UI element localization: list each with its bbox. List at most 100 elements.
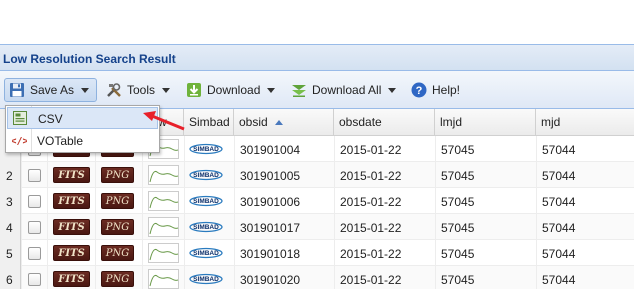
png-download-button[interactable]: PNG [101,219,134,235]
row-checkbox[interactable] [28,247,41,260]
menu-item-label: CSV [38,112,63,126]
cell-lmjd: 57045 [441,221,475,235]
column-divider [184,136,185,289]
column-header-lmjd[interactable]: lmjd [435,109,536,136]
column-divider [95,136,96,289]
chevron-down-icon [267,87,276,93]
fits-download-button[interactable]: FITS [53,245,90,261]
cell-obsdate: 2015-01-22 [340,221,402,235]
cell-mjd: 57044 [542,247,576,261]
simbad-logo-icon[interactable]: SIMBAD [189,219,223,233]
spectrum-thumbnail-icon[interactable] [148,165,179,185]
save-as-menu: CSV </> VOTable [5,105,160,153]
simbad-logo-text: SIMBAD [193,198,219,205]
simbad-logo-text: SIMBAD [193,250,219,257]
fits-download-button[interactable]: FITS [53,271,90,287]
download-all-label: Download All [312,83,382,97]
download-label: Download [207,83,261,97]
cell-obsid: 301901020 [240,273,301,287]
spectrum-thumbnail-icon[interactable] [148,269,179,289]
help-label: Help! [432,83,461,97]
cell-mjd: 57044 [542,273,576,287]
tools-icon [106,82,122,98]
simbad-logo-icon[interactable]: SIMBAD [189,141,223,155]
column-header-mjd[interactable]: mjd [536,109,634,136]
row-number: 4 [0,214,21,240]
column-header-simbad[interactable]: Simbad [184,109,234,136]
sort-ascending-icon [275,120,284,125]
cell-obsdate: 2015-01-22 [340,247,402,261]
cell-obsid: 301901018 [240,247,301,261]
column-divider [435,136,436,289]
annotation-arrow-icon [143,111,185,131]
cell-obsdate: 2015-01-22 [340,273,402,287]
menu-item-csv[interactable]: CSV [7,107,158,129]
download-button[interactable]: Download [182,78,279,102]
column-divider [536,136,537,289]
csv-icon [13,111,27,128]
download-icon [186,82,202,98]
row-checkbox[interactable] [28,169,41,182]
chevron-down-icon [162,87,171,93]
obsid-header-label: obsid [239,115,268,129]
chevron-down-icon [81,87,90,93]
simbad-logo-icon[interactable]: SIMBAD [189,271,223,285]
cell-lmjd: 57045 [441,169,475,183]
floppy-disk-icon [9,82,25,98]
cell-mjd: 57044 [542,221,576,235]
simbad-logo-text: SIMBAD [193,224,219,231]
cell-obsdate: 2015-01-22 [340,195,402,209]
column-header-obsid[interactable]: obsid [234,109,334,136]
simbad-logo-icon[interactable]: SIMBAD [189,193,223,207]
row-checkbox[interactable] [28,221,41,234]
fits-download-button[interactable]: FITS [53,167,90,183]
cell-lmjd: 57045 [441,247,475,261]
row-number: 2 [0,162,21,188]
row-number: 5 [0,240,21,266]
download-all-icon [291,82,307,98]
row-checkbox[interactable] [28,195,41,208]
spectrum-thumbnail-icon[interactable] [148,243,179,263]
png-download-button[interactable]: PNG [101,271,134,287]
row-number: 6 [0,266,21,289]
svg-text:?: ? [416,85,423,97]
row-number: 3 [0,188,21,214]
save-as-label: Save As [30,83,75,97]
simbad-logo-text: SIMBAD [193,146,219,153]
column-divider [142,136,143,289]
simbad-logo-icon[interactable]: SIMBAD [189,167,223,181]
chevron-down-icon [388,87,397,93]
svg-text:</>: </> [12,136,27,147]
row-checkbox[interactable] [28,273,41,286]
png-download-button[interactable]: PNG [101,193,134,209]
column-header-obsdate[interactable]: obsdate [334,109,435,136]
panel-title: Low Resolution Search Result [0,44,634,71]
png-download-button[interactable]: PNG [101,245,134,261]
tools-button[interactable]: Tools [102,78,172,102]
save-as-button[interactable]: Save As [4,78,97,102]
column-divider [21,136,22,289]
download-all-button[interactable]: Download All [287,78,401,102]
help-button[interactable]: ? Help! [407,78,467,102]
help-icon: ? [411,82,427,98]
cell-lmjd: 57045 [441,273,475,287]
fits-download-button[interactable]: FITS [53,193,90,209]
spectrum-thumbnail-icon[interactable] [148,217,179,237]
png-download-button[interactable]: PNG [101,167,134,183]
spectrum-thumbnail-icon[interactable] [148,191,179,211]
cell-obsid: 301901004 [240,143,301,157]
cell-obsdate: 2015-01-22 [340,143,402,157]
column-divider [334,136,335,289]
column-divider [47,136,48,289]
cell-lmjd: 57045 [441,195,475,209]
simbad-logo-text: SIMBAD [193,172,219,179]
toolbar: Save As Tools Download Download All ? He… [0,71,634,109]
cell-mjd: 57044 [542,143,576,157]
xml-code-icon: </> [10,133,28,150]
simbad-logo-icon[interactable]: SIMBAD [189,245,223,259]
fits-download-button[interactable]: FITS [53,219,90,235]
tools-label: Tools [127,83,156,97]
menu-item-votable[interactable]: </> VOTable [7,130,158,152]
cell-obsid: 301901017 [240,221,301,235]
cell-mjd: 57044 [542,195,576,209]
